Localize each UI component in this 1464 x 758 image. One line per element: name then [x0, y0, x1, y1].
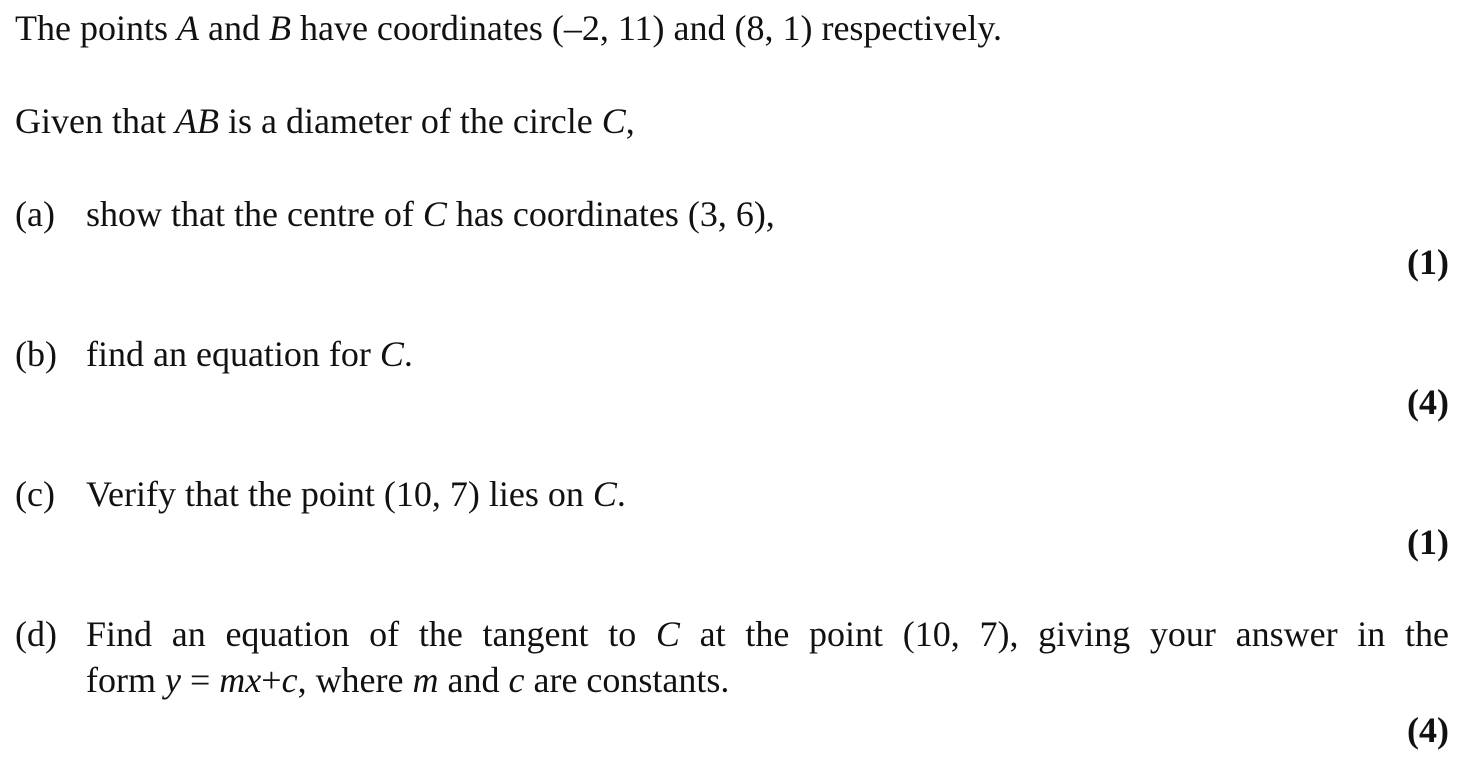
- part-d-where: , where: [297, 660, 413, 700]
- part-c-marks: (1): [1407, 522, 1449, 562]
- part-d-m: m: [412, 660, 439, 700]
- part-d-form-word: form: [86, 660, 165, 700]
- part-c-post: .: [616, 474, 626, 514]
- part-d-line-1: Find an equation of the tangent to C at …: [86, 611, 1449, 657]
- intro-line-1-post: have coordinates (–2, 11) and (8, 1) res…: [290, 8, 1003, 48]
- part-c-pre: Verify that the point (10, 7) lies on: [86, 474, 593, 514]
- part-d-y: y: [164, 660, 181, 700]
- intro-line-2-pre: Given that: [15, 101, 175, 141]
- part-b-post: .: [403, 334, 413, 374]
- intro-line-2: Given that AB is a diameter of the circl…: [15, 98, 635, 144]
- part-d-label: (d): [15, 614, 57, 654]
- part-a-post: has coordinates (3, 6),: [446, 194, 775, 234]
- part-d-line-1-post: at the point (10, 7), giving your answer…: [679, 614, 1449, 654]
- part-d-marks: (4): [1407, 710, 1449, 750]
- point-b-label: B: [268, 8, 291, 48]
- part-d-and: and: [438, 660, 509, 700]
- part-c-text: Verify that the point (10, 7) lies on C.: [86, 471, 626, 517]
- part-b-var: C: [379, 334, 404, 374]
- part-d-line-2: form y = mx+c, where m and c are constan…: [86, 657, 729, 703]
- part-b-label: (b): [15, 334, 57, 374]
- part-d-equals: =: [180, 660, 220, 700]
- part-d-line-1-var: C: [655, 614, 680, 654]
- intro-line-1-pre: The points: [15, 8, 177, 48]
- part-d-end: are constants.: [524, 660, 730, 700]
- part-b-text: find an equation for C.: [86, 331, 413, 377]
- part-d-c: c: [281, 660, 298, 700]
- part-a-marks: (1): [1407, 242, 1449, 282]
- part-d-mx: mx: [219, 660, 262, 700]
- point-a-label: A: [176, 8, 199, 48]
- part-a-text: show that the centre of C has coordinate…: [86, 191, 775, 237]
- segment-ab-label: AB: [174, 101, 219, 141]
- part-c-label: (c): [15, 474, 55, 514]
- part-a-label: (a): [15, 194, 55, 234]
- intro-line-1: The points A and B have coordinates (–2,…: [15, 5, 1002, 51]
- part-b-pre: find an equation for: [86, 334, 380, 374]
- intro-line-2-post: ,: [625, 101, 635, 141]
- part-d-plus: +: [261, 660, 282, 700]
- part-d-c2: c: [508, 660, 525, 700]
- part-d-line-1-pre: Find an equation of the tangent to: [86, 614, 656, 654]
- part-a-pre: show that the centre of: [86, 194, 423, 234]
- part-b-marks: (4): [1407, 382, 1449, 422]
- part-a-var: C: [422, 194, 447, 234]
- intro-line-1-mid: and: [198, 8, 269, 48]
- circle-c-label: C: [601, 101, 626, 141]
- intro-line-2-mid: is a diameter of the circle: [218, 101, 602, 141]
- part-c-var: C: [592, 474, 617, 514]
